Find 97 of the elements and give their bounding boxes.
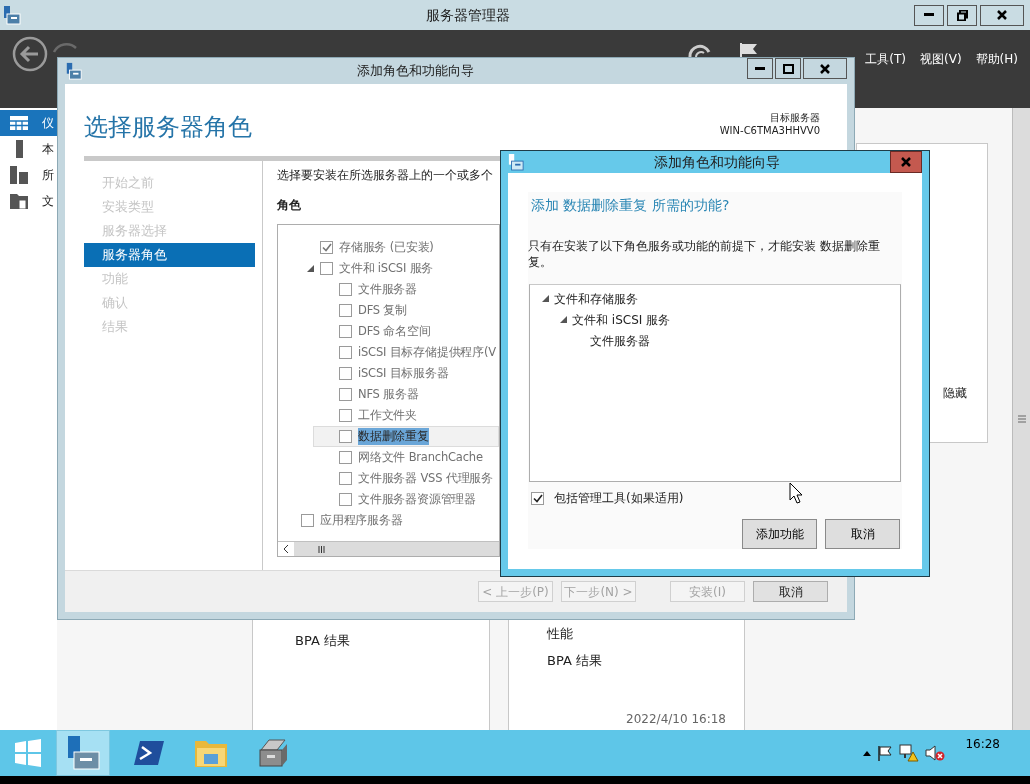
tree-item[interactable]: 存储服务 (已安装) xyxy=(278,237,499,258)
dashboard-icon xyxy=(10,116,28,130)
wizard-step[interactable]: 服务器角色 xyxy=(84,243,255,267)
tree-item[interactable]: 文件服务器 VSS 代理服务 xyxy=(278,468,499,489)
network-warning-icon[interactable] xyxy=(899,744,920,762)
collapse-icon[interactable] xyxy=(559,316,567,323)
scrollbar-grip-icon[interactable] xyxy=(1017,415,1026,423)
panel-item[interactable]: 性能 xyxy=(547,624,744,651)
checkbox[interactable] xyxy=(339,325,352,338)
tree-item[interactable]: iSCSI 目标服务器 xyxy=(278,363,499,384)
server-icon xyxy=(508,153,524,171)
dialog-title: 添加角色和功能向导 xyxy=(653,152,781,172)
tree-item[interactable]: 应用程序服务器 xyxy=(278,510,499,531)
timestamp: 2022/4/10 16:18 xyxy=(625,711,726,728)
close-button[interactable] xyxy=(803,58,847,79)
restore-button[interactable] xyxy=(947,4,977,26)
panel-item[interactable]: BPA 结果 xyxy=(547,651,744,678)
checkbox[interactable] xyxy=(339,367,352,380)
folder-icon xyxy=(10,193,28,209)
hide-link[interactable]: 隐藏 xyxy=(943,384,967,402)
checkbox[interactable] xyxy=(339,304,352,317)
window-title: 服务器管理器 xyxy=(424,5,511,25)
speaker-muted-icon[interactable] xyxy=(925,744,946,762)
checkbox[interactable] xyxy=(339,409,352,422)
scrollbar-grip-icon[interactable] xyxy=(318,545,325,553)
toolbox-icon xyxy=(257,738,289,768)
target-server: WIN-C6TMA3HHVV0 xyxy=(719,124,820,137)
checkbox[interactable] xyxy=(320,241,333,254)
tree-item[interactable]: iSCSI 目标存储提供程序(V xyxy=(278,342,499,363)
server-icon xyxy=(65,62,83,80)
sidebar-item[interactable]: 仪 xyxy=(0,110,57,136)
tree-item[interactable]: DFS 命名空间 xyxy=(278,321,499,342)
tree-item[interactable]: 文件服务器资源管理器 xyxy=(278,489,499,510)
tree-item[interactable]: DFS 复制 xyxy=(278,300,499,321)
checkbox[interactable] xyxy=(339,451,352,464)
sidebar-item[interactable]: 文 xyxy=(0,188,57,214)
show-hidden-icon[interactable] xyxy=(863,750,872,756)
close-icon xyxy=(901,157,911,167)
checkbox[interactable] xyxy=(339,388,352,401)
dialog-button[interactable]: 取消 xyxy=(825,519,900,549)
checkbox[interactable] xyxy=(339,472,352,485)
back-button[interactable] xyxy=(12,36,48,72)
scroll-left-button[interactable] xyxy=(278,542,294,556)
page-heading: 选择服务器角色 xyxy=(84,112,253,143)
close-icon xyxy=(820,63,830,74)
checkbox[interactable] xyxy=(339,430,352,443)
folder-icon xyxy=(194,738,228,768)
instruction-text: 选择要安装在所选服务器上的一个或多个 xyxy=(277,167,493,184)
tree-item: 文件和存储服务 xyxy=(554,290,638,308)
tree-item[interactable]: 文件服务器 xyxy=(278,279,499,300)
minimize-icon xyxy=(924,13,934,17)
window-title: 添加角色和功能向导 xyxy=(355,62,475,81)
servers-icon xyxy=(10,166,28,184)
minimize-icon xyxy=(755,66,765,71)
maximize-button[interactable] xyxy=(775,58,801,79)
terminal-icon xyxy=(133,739,165,767)
tree-item[interactable]: 工作文件夹 xyxy=(278,405,499,426)
panel-item[interactable]: BPA 结果 xyxy=(295,631,489,658)
tree-item[interactable]: 网络文件 BranchCache xyxy=(278,447,499,468)
checkbox-label: 包括管理工具(如果适用) xyxy=(554,490,684,507)
tree-item[interactable]: NFS 服务器 xyxy=(278,384,499,405)
server-icon xyxy=(65,735,101,771)
checkbox[interactable] xyxy=(339,493,352,506)
minimize-button[interactable] xyxy=(914,4,944,26)
menu-item[interactable]: 工具(T) xyxy=(865,50,907,68)
menu-item[interactable]: 帮助(H) xyxy=(975,50,1018,68)
tree-item: 文件和 iSCSI 服务 xyxy=(572,311,671,329)
tree-item[interactable]: 数据删除重复 xyxy=(313,426,499,447)
dialog-button[interactable]: 添加功能 xyxy=(742,519,817,549)
server-icon xyxy=(3,5,21,25)
flag-icon[interactable] xyxy=(739,42,760,57)
dialog-message: 只有在安装了以下角色服务或功能的前提下，才能安装 数据删除重复。 xyxy=(528,238,881,270)
collapse-icon[interactable] xyxy=(541,295,549,302)
flag-icon[interactable] xyxy=(877,745,894,761)
wizard-button[interactable]: 取消 xyxy=(753,581,828,602)
checkbox[interactable] xyxy=(320,262,333,275)
clock-time: 16:28 xyxy=(965,736,1000,753)
sidebar-item[interactable]: 所 xyxy=(0,162,57,188)
checkbox[interactable] xyxy=(531,491,544,505)
tree-item[interactable]: 文件和 iSCSI 服务 xyxy=(278,258,499,279)
restore-icon xyxy=(956,9,968,21)
menu-item[interactable]: 视图(V) xyxy=(920,50,962,68)
sidebar-item[interactable]: 本 xyxy=(0,136,57,162)
maximize-icon xyxy=(782,63,794,74)
close-icon xyxy=(997,10,1007,20)
checkbox[interactable] xyxy=(301,514,314,527)
collapse-icon[interactable] xyxy=(307,265,314,272)
dialog-heading: 添加 数据删除重复 所需的功能? xyxy=(530,196,731,215)
target-label: 目标服务器 xyxy=(769,111,820,124)
tree-item: 文件服务器 xyxy=(590,332,650,350)
checkbox[interactable] xyxy=(339,346,352,359)
taskbar-button[interactable] xyxy=(56,730,110,776)
close-button[interactable] xyxy=(980,4,1024,26)
roles-label: 角色 xyxy=(277,197,301,214)
minimize-button[interactable] xyxy=(747,58,773,79)
checkbox[interactable] xyxy=(339,283,352,296)
windows-logo-icon xyxy=(14,739,42,767)
